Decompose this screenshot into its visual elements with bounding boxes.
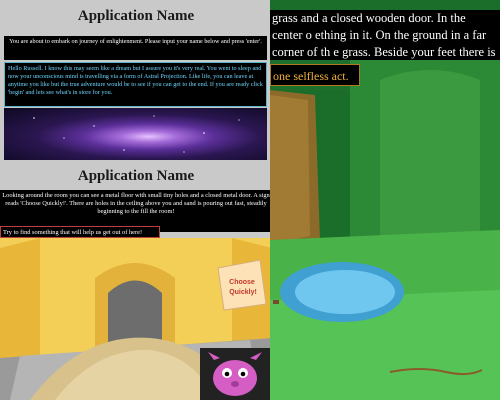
intro-text: You are about to embark on journey of en… (4, 36, 267, 60)
screen-forest: grass and a closed wooden door. In the c… (270, 0, 500, 400)
galaxy-image (4, 108, 267, 160)
sign-text-line1: Choose (229, 279, 255, 286)
stars-icon (33, 115, 240, 153)
choice-button[interactable]: one selfless act. (270, 64, 360, 86)
sand-room-scene: Choose Quickly! (0, 238, 272, 400)
app-title: Application Name (77, 8, 195, 24)
character-portrait (200, 348, 272, 400)
story-text: grass and a closed wooden door. In the c… (270, 10, 500, 76)
screen-name-entry: Application Name You are about to embark… (0, 0, 272, 160)
story-text: Hello Russell. I know this may seem like… (4, 62, 267, 107)
corner-item (273, 300, 279, 304)
app-title: Application Name (77, 168, 195, 184)
choice-button[interactable]: Try to find something that will help us … (0, 226, 160, 238)
screen-sand-room: Application Name Looking around the room… (0, 160, 272, 400)
sign-text-line2: Quickly! (229, 289, 257, 296)
room-scene: Choose Quickly! (0, 238, 272, 400)
